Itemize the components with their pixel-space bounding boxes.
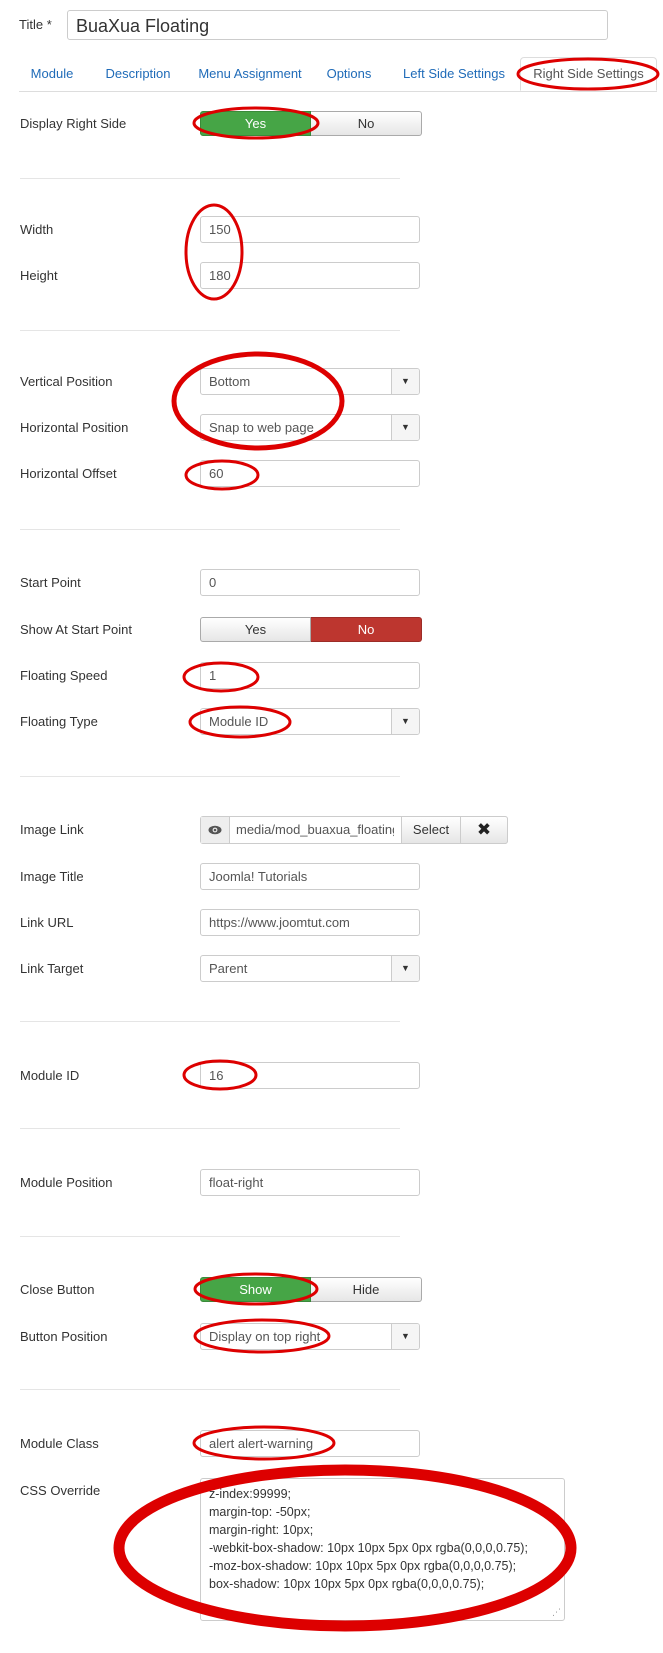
close-button-hide[interactable]: Hide [311, 1277, 422, 1302]
button-position-value: Display on top right [209, 1329, 321, 1344]
tab-right-side-settings[interactable]: Right Side Settings [520, 57, 657, 91]
vertical-position-value: Bottom [209, 374, 251, 389]
tab-description[interactable]: Description [96, 57, 180, 91]
chevron-down-icon[interactable]: ▼ [391, 1324, 419, 1349]
link-target-value: Parent [209, 961, 248, 976]
divider [20, 776, 400, 777]
start-point-input[interactable]: 0 [200, 569, 420, 596]
css-override-textarea[interactable] [200, 1478, 565, 1621]
module-class-input[interactable]: alert alert-warning [200, 1430, 420, 1457]
divider [20, 529, 400, 530]
floating-type-select[interactable]: Module ID ▼ [200, 708, 420, 735]
divider [20, 1021, 400, 1022]
horizontal-position-value: Snap to web page [209, 420, 314, 435]
link-target-label: Link Target [20, 961, 84, 976]
display-right-side-yes[interactable]: Yes [200, 111, 311, 136]
eye-icon[interactable] [201, 817, 230, 843]
css-override-label: CSS Override [20, 1483, 101, 1498]
close-button-show[interactable]: Show [200, 1277, 311, 1302]
resize-grip-icon[interactable]: ⋰ [552, 1607, 561, 1618]
show-at-start-point-label: Show At Start Point [20, 622, 133, 637]
start-point-label: Start Point [20, 575, 81, 590]
vertical-position-select[interactable]: Bottom ▼ [200, 368, 420, 395]
link-target-select[interactable]: Parent ▼ [200, 955, 420, 982]
tab-left-side-settings[interactable]: Left Side Settings [388, 57, 520, 91]
image-title-input[interactable]: Joomla! Tutorials [200, 863, 420, 890]
title-label: Title * [19, 17, 52, 32]
button-position-select[interactable]: Display on top right ▼ [200, 1323, 420, 1350]
width-input[interactable]: 150 [200, 216, 420, 243]
display-right-side-toggle: Yes No [200, 111, 423, 136]
tab-options[interactable]: Options [321, 57, 377, 91]
chevron-down-icon[interactable]: ▼ [391, 956, 419, 981]
show-at-start-point-no[interactable]: No [311, 617, 422, 642]
horizontal-offset-input[interactable]: 60 [200, 460, 420, 487]
tab-menu-assignment[interactable]: Menu Assignment [189, 57, 311, 91]
image-link-label: Image Link [20, 822, 84, 837]
floating-speed-label: Floating Speed [20, 668, 108, 683]
link-url-input[interactable]: https://www.joomtut.com [200, 909, 420, 936]
vertical-position-label: Vertical Position [20, 374, 113, 389]
link-url-label: Link URL [20, 915, 74, 930]
chevron-down-icon[interactable]: ▼ [391, 415, 419, 440]
show-at-start-point-yes[interactable]: Yes [200, 617, 311, 642]
divider [20, 1128, 400, 1129]
divider [20, 330, 400, 331]
module-id-input[interactable]: 16 [200, 1062, 420, 1089]
image-clear-button[interactable]: ✖ [460, 816, 508, 844]
floating-type-label: Floating Type [20, 714, 98, 729]
width-label: Width [20, 222, 54, 237]
height-input[interactable]: 180 [200, 262, 420, 289]
horizontal-position-select[interactable]: Snap to web page ▼ [200, 414, 420, 441]
image-link-path[interactable]: media/mod_buaxua_floating. [236, 817, 394, 843]
image-select-button[interactable]: Select [401, 816, 461, 844]
display-right-side-label: Display Right Side [20, 116, 127, 131]
module-class-label: Module Class [20, 1436, 99, 1451]
module-position-input[interactable]: float-right [200, 1169, 420, 1196]
image-link-field: media/mod_buaxua_floating. Select ✖ [200, 816, 508, 844]
floating-type-value: Module ID [209, 714, 269, 729]
horizontal-position-label: Horizontal Position [20, 420, 129, 435]
divider [20, 1236, 400, 1237]
display-right-side-no[interactable]: No [311, 111, 422, 136]
close-button-toggle: Show Hide [200, 1277, 423, 1302]
module-position-label: Module Position [20, 1175, 113, 1190]
horizontal-offset-label: Horizontal Offset [20, 466, 117, 481]
chevron-down-icon[interactable]: ▼ [391, 709, 419, 734]
tab-bar: Module Description Menu Assignment Optio… [19, 57, 657, 92]
button-position-label: Button Position [20, 1329, 108, 1344]
module-id-label: Module ID [20, 1068, 80, 1083]
title-input[interactable]: BuaXua Floating [67, 10, 608, 40]
close-button-label: Close Button [20, 1282, 95, 1297]
divider [20, 1389, 400, 1390]
floating-speed-input[interactable]: 1 [200, 662, 420, 689]
image-title-label: Image Title [20, 869, 84, 884]
tab-module[interactable]: Module [19, 57, 85, 91]
height-label: Height [20, 268, 58, 283]
chevron-down-icon[interactable]: ▼ [391, 369, 419, 394]
divider [20, 178, 400, 179]
show-at-start-point-toggle: Yes No [200, 617, 423, 642]
